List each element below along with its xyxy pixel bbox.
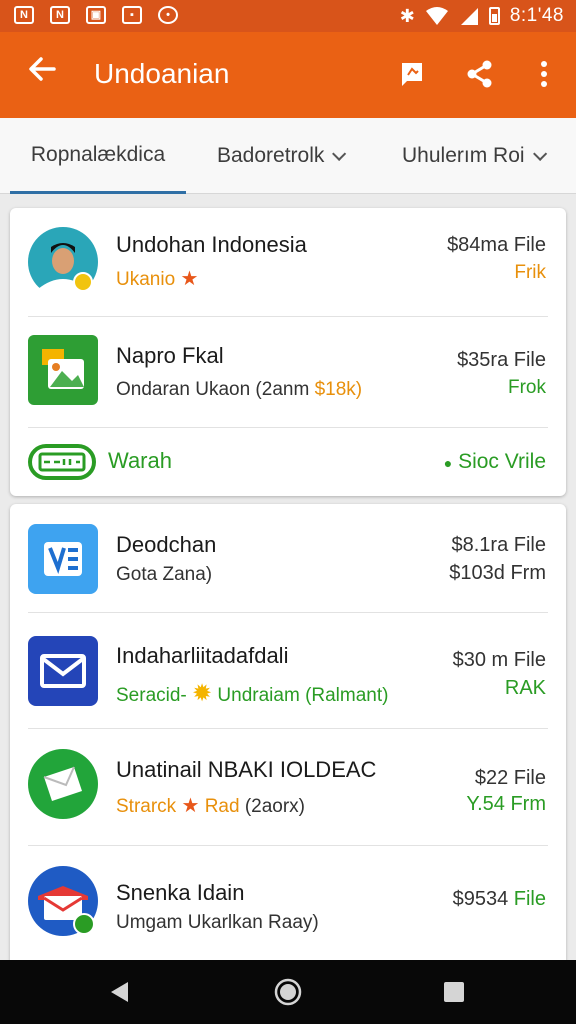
app-status: Frik: [514, 262, 546, 283]
app-subtitle: Strarck ★ Rad (2aorx): [116, 793, 305, 818]
app-name: Indaharliitadafdali: [116, 643, 289, 668]
app-subtitle: Umgam Ukarlkan Raay): [116, 912, 319, 933]
app-subtitle: Ondaran Ukaon (2anm $18k): [116, 379, 362, 401]
bluetooth-icon: ✱: [399, 5, 415, 26]
tab-category[interactable]: Badoretrolk: [217, 118, 347, 194]
app-subtitle: Gota Zana): [116, 564, 213, 585]
chat-app-icon: [28, 866, 98, 936]
list-item[interactable]: Napro Fkal Ondaran Ukaon (2anm $18k) $35…: [10, 317, 566, 427]
list-item[interactable]: Snenka Idain Umgam Ukarlkan Raay) $9534 …: [10, 846, 566, 964]
subtitle-text: Ondaran Ukaon (2anm: [116, 379, 310, 400]
document-app-icon: [28, 524, 98, 594]
tab-label: Ropnalækdica: [30, 142, 166, 166]
app-price: $84ma File: [447, 234, 546, 256]
list-item[interactable]: Unatinail NBAKI IOLDEAC Strarck ★ Rad (2…: [10, 729, 566, 845]
featured-card: Undohan Indonesia Ukanio ★ $84ma File Fr…: [10, 208, 566, 496]
signal-icon: [460, 8, 478, 25]
clock: 8:1'48: [509, 5, 564, 26]
tab-filter[interactable]: Uhulerım Roi: [402, 118, 547, 194]
page-title: Undoanian: [94, 58, 230, 89]
app-bar: Undoanian: [0, 32, 576, 118]
report-flag-icon[interactable]: [392, 54, 432, 94]
subtitle-text: (2aorx): [244, 796, 306, 817]
gallery-notification-icon: ▣: [86, 6, 106, 24]
app-price: $30 m File: [452, 649, 546, 671]
list-item[interactable]: Undohan Indonesia Ukanio ★ $84ma File Fr…: [10, 208, 566, 316]
app-price: $9534 File: [453, 888, 546, 911]
app-price: $35ra File: [457, 349, 546, 371]
dot-icon: ●: [443, 455, 453, 471]
back-icon[interactable]: [104, 976, 136, 1008]
tab-popular[interactable]: Ropnalækdica: [10, 118, 186, 194]
status-bar: N N ▣ ▪ • ✱ 8:1'48: [0, 0, 576, 32]
warah-action[interactable]: ● Sioc Vrile: [444, 450, 546, 474]
app-name: Napro Fkal: [116, 343, 224, 368]
list-item[interactable]: Indaharliitadafdali Seracid- ✹ Undraiam …: [10, 613, 566, 728]
gallery-app-icon: [28, 335, 98, 405]
chevron-down-icon: [532, 146, 547, 161]
app-name: Deodchan: [116, 532, 217, 557]
messages-app-icon: [28, 749, 98, 819]
star-icon: ★: [181, 795, 200, 817]
price-value: $9534: [452, 888, 509, 910]
chevron-down-icon: [332, 146, 347, 161]
app-price-detail: $103d Frm: [449, 562, 546, 584]
wifi-icon: [425, 7, 448, 25]
app-list-card: Deodchan Gota Zana) $8.1ra File $103d Fr…: [10, 504, 566, 964]
warah-label: Warah: [108, 448, 172, 473]
system-nav-bar: [0, 960, 576, 1024]
back-arrow-icon[interactable]: [22, 54, 62, 94]
mail-app-icon: [28, 636, 98, 706]
tab-label: Badoretrolk: [217, 144, 325, 167]
wallet-card-icon: [28, 444, 96, 480]
star-icon: ✹: [192, 680, 213, 707]
action-text: Sioc Vrile: [458, 450, 546, 473]
recents-icon[interactable]: [438, 976, 470, 1008]
avatar: [28, 227, 98, 297]
app-subtitle: Seracid- ✹ Undraiam (Ralmant): [116, 679, 388, 708]
app-price: $8.1ra File: [451, 534, 547, 556]
app-name: Snenka Idain: [116, 880, 245, 905]
warah-row[interactable]: Warah ● Sioc Vrile: [10, 428, 566, 496]
notification-icon: N: [50, 6, 70, 24]
subtitle-text: Ukanio: [116, 269, 176, 290]
app-status: File: [513, 888, 546, 910]
subtitle-accent: Rad: [204, 796, 240, 817]
app-subtitle: Ukanio ★: [116, 266, 198, 291]
more-options-icon[interactable]: [524, 54, 564, 94]
home-icon[interactable]: [272, 976, 304, 1008]
app-name: Unatinail NBAKI IOLDEAC: [116, 757, 377, 782]
tab-bar: Ropnalækdica Badoretrolk Uhulerım Roi: [0, 118, 576, 194]
list-item[interactable]: Deodchan Gota Zana) $8.1ra File $103d Fr…: [10, 504, 566, 612]
battery-icon: [488, 7, 500, 25]
app-price-detail: Y.54 Frm: [466, 793, 546, 815]
tab-label: Uhulerım Roi: [402, 144, 525, 167]
share-icon[interactable]: [460, 54, 500, 94]
rating-label: Seracid-: [116, 685, 187, 706]
star-icon: ★: [180, 268, 199, 290]
app-status: RAK: [504, 677, 546, 699]
message-notification-icon: ▪: [122, 6, 142, 24]
notification-icon: N: [14, 6, 34, 24]
subtitle-text: Undraiam (Ralmant): [217, 685, 389, 706]
app-name: Undohan Indonesia: [116, 232, 307, 257]
app-price: $22 File: [474, 767, 546, 789]
app-status: Frok: [508, 377, 546, 398]
rating-label: Strarck: [116, 796, 177, 817]
game-notification-icon: •: [158, 6, 178, 24]
subtitle-accent: $18k): [314, 379, 363, 400]
